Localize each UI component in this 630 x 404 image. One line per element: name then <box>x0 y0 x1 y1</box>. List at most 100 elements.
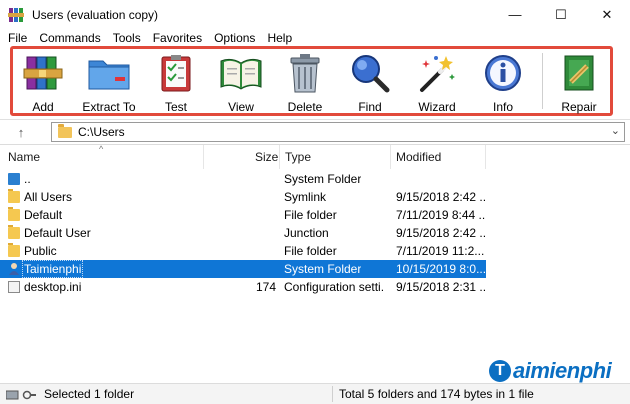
folder-icon <box>58 123 72 138</box>
view-button[interactable]: View <box>208 48 274 114</box>
item-type: File folder <box>284 244 337 258</box>
column-header-modified[interactable]: Modified <box>396 145 441 169</box>
list-item[interactable]: Default File folder 7/11/2019 8:44 ... <box>0 206 486 224</box>
up-one-level-button[interactable]: ↑ <box>11 123 31 141</box>
menu-favorites[interactable]: Favorites <box>147 31 208 45</box>
test-button[interactable]: Test <box>144 48 208 114</box>
toolbar: Add Extract To Test View Delete Find Wiz… <box>12 48 610 114</box>
magic-wand-icon <box>415 52 459 94</box>
watermark-text: aimienphi <box>513 358 612 383</box>
item-modified: 9/15/2018 2:42 ... <box>396 226 486 240</box>
item-type: Configuration setti... <box>284 280 384 294</box>
clipboard-check-icon <box>154 52 198 94</box>
item-name: All Users <box>24 190 73 204</box>
item-type: System Folder <box>284 262 362 276</box>
repair-label: Repair <box>561 100 597 114</box>
add-label: Add <box>32 100 54 114</box>
info-label: Info <box>492 100 513 114</box>
item-type: System Folder <box>284 172 362 186</box>
status-selection: Selected 1 folder <box>44 387 135 401</box>
item-name: Default <box>24 208 63 222</box>
address-path: C:\Users <box>78 125 125 139</box>
status-bar: Selected 1 folder Total 5 folders and 17… <box>0 383 630 404</box>
drive-key-icon[interactable] <box>5 389 36 400</box>
info-icon <box>481 52 525 94</box>
status-separator <box>332 386 333 402</box>
list-item[interactable]: Default User Junction 9/15/2018 2:42 ... <box>0 224 486 242</box>
item-name: Public <box>24 244 57 258</box>
add-button[interactable]: Add <box>12 48 74 114</box>
column-divider[interactable] <box>485 145 486 169</box>
list-item[interactable]: Public File folder 7/11/2019 11:2... <box>0 242 486 260</box>
item-modified: 7/11/2019 8:44 ... <box>396 208 486 222</box>
extract-to-button[interactable]: Extract To <box>74 48 144 114</box>
folder-icon <box>8 225 20 239</box>
delete-label: Delete <box>287 100 323 114</box>
list-item[interactable]: .. System Folder <box>0 170 486 188</box>
folder-icon <box>8 243 20 257</box>
window-title: Users (evaluation copy) <box>32 7 159 22</box>
menu-commands[interactable]: Commands <box>33 31 106 45</box>
title-bar: Users (evaluation copy) — ☐ ✕ <box>0 0 630 29</box>
item-modified: 9/15/2018 2:42 ... <box>396 190 486 204</box>
user-folder-icon <box>8 263 20 275</box>
info-button[interactable]: Info <box>470 48 536 114</box>
folder-icon <box>8 207 20 221</box>
menu-options[interactable]: Options <box>208 31 261 45</box>
find-button[interactable]: Find <box>336 48 404 114</box>
address-field[interactable]: C:\Users ⌄ <box>51 122 625 142</box>
column-header-size[interactable]: Size <box>255 145 278 169</box>
item-modified: 7/11/2019 11:2... <box>396 244 485 258</box>
address-row: ↑ C:\Users ⌄ <box>0 119 630 143</box>
trash-can-icon <box>283 52 327 94</box>
column-divider[interactable] <box>390 145 391 169</box>
toolbar-separator <box>542 53 543 109</box>
open-book-icon <box>219 52 263 94</box>
view-label: View <box>228 100 254 114</box>
status-total: Total 5 folders and 174 bytes in 1 file <box>339 387 534 401</box>
item-name: .. <box>24 172 31 186</box>
repair-button[interactable]: Repair <box>549 48 609 114</box>
menu-help[interactable]: Help <box>261 31 298 45</box>
winrar-app-icon[interactable] <box>8 7 24 23</box>
list-item[interactable]: desktop.ini 174 Configuration setti... 9… <box>0 278 486 296</box>
close-button[interactable]: ✕ <box>584 0 630 29</box>
folder-icon <box>8 189 20 203</box>
test-label: Test <box>164 100 187 114</box>
find-label: Find <box>358 100 382 114</box>
menu-tools[interactable]: Tools <box>107 31 147 45</box>
watermark-logo: T <box>489 360 511 382</box>
extract-to-label: Extract To <box>82 100 136 114</box>
item-name: Default User <box>24 226 91 240</box>
item-type: Symlink <box>284 190 327 204</box>
address-dropdown-icon[interactable]: ⌄ <box>611 124 620 137</box>
sort-ascending-icon: ^ <box>99 144 104 154</box>
list-item[interactable]: All Users Symlink 9/15/2018 2:42 ... <box>0 188 486 206</box>
file-list: ^ Name Size Type Modified .. System Fold… <box>0 144 630 380</box>
maximize-button[interactable]: ☐ <box>538 0 584 29</box>
repair-kit-icon <box>557 52 601 94</box>
column-header-name[interactable]: Name <box>8 145 40 169</box>
item-type: File folder <box>284 208 337 222</box>
item-size: 174 <box>256 280 277 294</box>
folder-extract-icon <box>87 52 131 94</box>
column-header-type[interactable]: Type <box>285 145 311 169</box>
list-item-selected[interactable]: Taimienphi System Folder 10/15/2019 8:0.… <box>0 260 486 278</box>
item-modified: 9/15/2018 2:31 ... <box>396 280 486 294</box>
item-type: Junction <box>284 226 329 240</box>
item-modified: 10/15/2019 8:0... <box>396 262 486 276</box>
file-icon <box>8 281 20 293</box>
magnifier-icon <box>348 52 392 94</box>
wizard-label: Wizard <box>418 100 456 114</box>
column-header-row: ^ Name Size Type Modified <box>0 144 630 169</box>
menu-bar: File Commands Tools Favorites Options He… <box>0 29 630 47</box>
books-archive-icon <box>21 52 65 94</box>
parent-folder-icon <box>8 173 20 185</box>
column-divider[interactable] <box>279 145 280 169</box>
item-name: desktop.ini <box>24 280 82 294</box>
column-divider[interactable] <box>203 145 204 169</box>
wizard-button[interactable]: Wizard <box>404 48 470 114</box>
delete-button[interactable]: Delete <box>274 48 336 114</box>
menu-file[interactable]: File <box>2 31 33 45</box>
minimize-button[interactable]: — <box>492 0 538 29</box>
